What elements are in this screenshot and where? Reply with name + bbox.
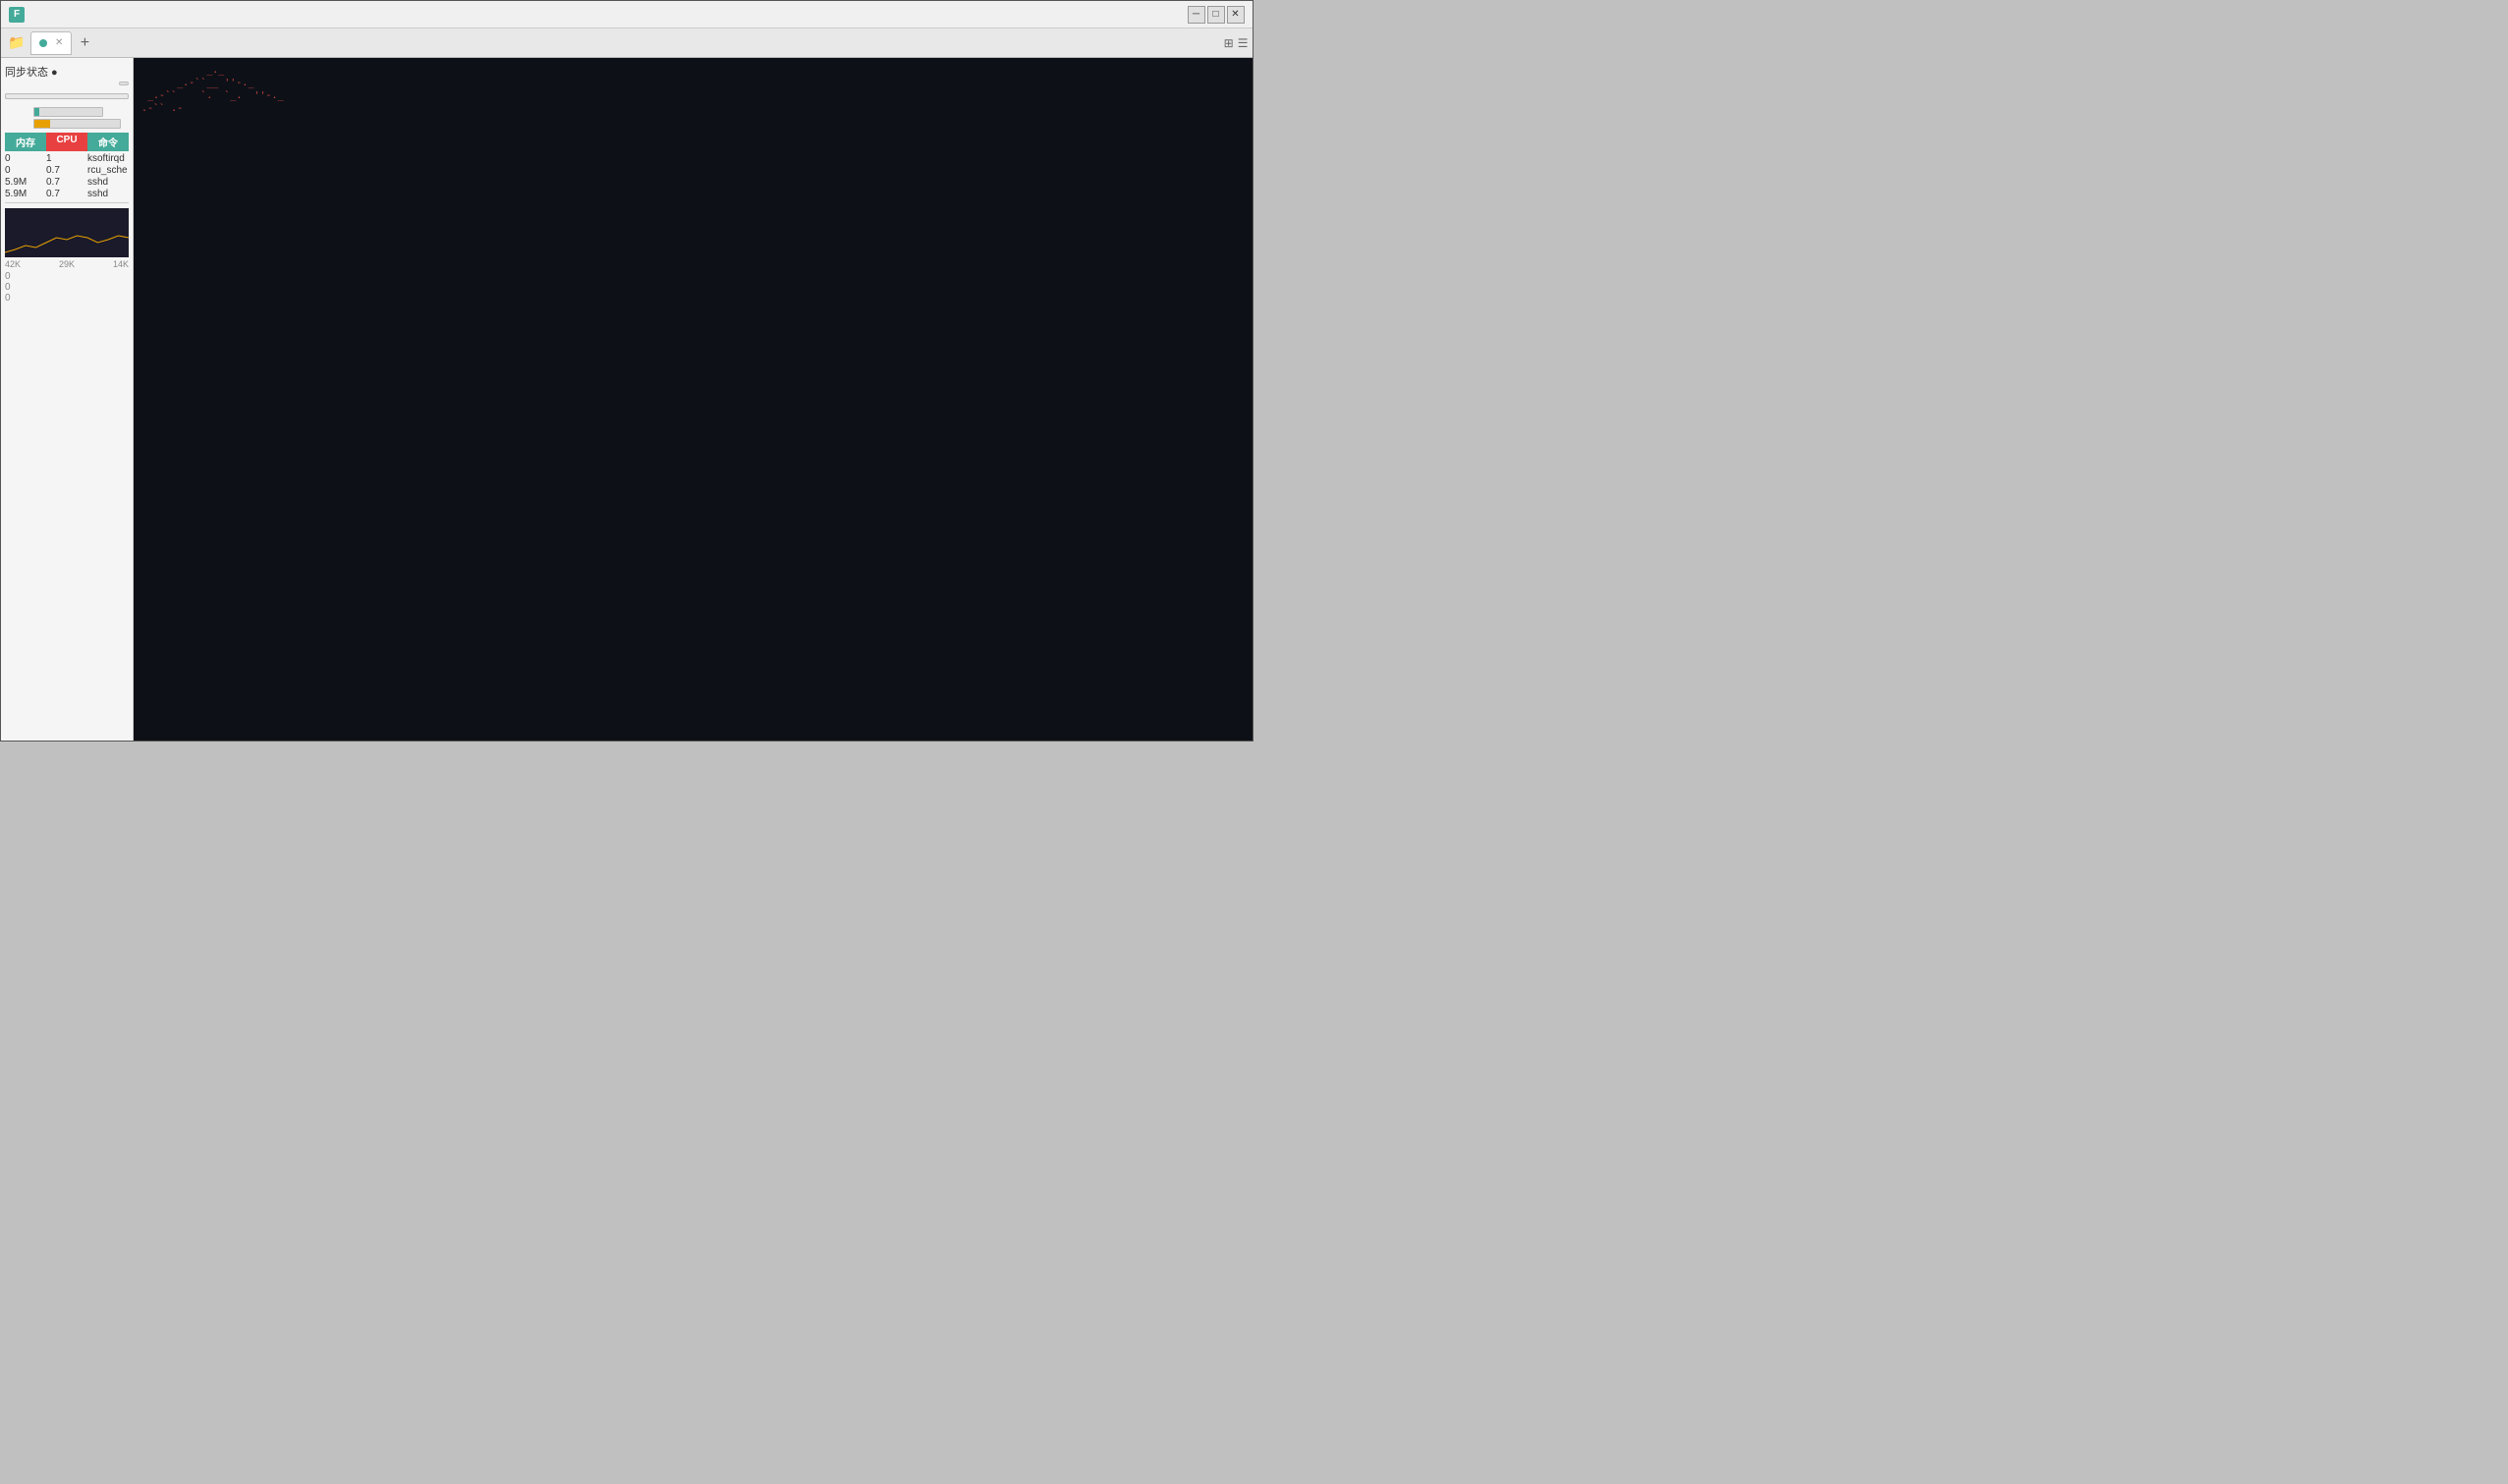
grid-icon-1[interactable]: ⊞: [1224, 36, 1234, 50]
tab-1[interactable]: ✕: [30, 31, 72, 55]
tab-bar-1: 📁 ✕ + ⊞ ☰: [1, 28, 1253, 58]
cpu-bar-1: [5, 107, 129, 117]
content-area-1: 同步状态 ●: [1, 58, 1253, 741]
maximize-btn-1[interactable]: □: [1207, 6, 1225, 24]
terminal-1[interactable]: _._ _.-``__ ''-._ _.-`` `. `_. ''-._ .-`…: [134, 58, 1253, 741]
tab-dot-1: [39, 39, 47, 47]
net-chart-1: [5, 208, 129, 257]
sidebar-1: 同步状态 ●: [1, 58, 134, 741]
app-icon-1: F: [9, 7, 25, 23]
sync-row-1: 同步状态 ●: [5, 64, 129, 80]
sync-label-1: 同步状态 ●: [5, 64, 58, 80]
minimize-btn-1[interactable]: ─: [1188, 6, 1205, 24]
tab-right-icons-1: ⊞ ☰: [1224, 36, 1249, 50]
redis-art-1: _._ _.-``__ ''-._ _.-`` `. `_. ''-._ .-`…: [141, 64, 1245, 115]
copy-btn-1[interactable]: [119, 82, 129, 85]
window-1: F ─ □ ✕ 📁 ✕ + ⊞ ☰ 同步状态 ●: [0, 0, 1254, 742]
ip-row-1: [5, 82, 129, 85]
proc-header-1: 内存 CPU 命令: [5, 133, 129, 151]
proc-row-1-1: 0 1 ksoftirqd: [5, 153, 129, 164]
mem-fill-1: [34, 120, 50, 128]
cpu-progress-1: [33, 107, 103, 117]
folder-icon-1[interactable]: 📁: [5, 31, 28, 55]
tab-add-1[interactable]: +: [74, 32, 95, 54]
proc-row-1-4: 5.9M 0.7 sshd: [5, 189, 129, 199]
close-btn-1[interactable]: ✕: [1227, 6, 1245, 24]
title-bar-1: F ─ □ ✕: [1, 1, 1253, 28]
latency-vals-1: 000: [5, 271, 129, 303]
mem-bar-1: [5, 119, 129, 129]
tab-close-1[interactable]: ✕: [55, 37, 63, 48]
proc-row-1-3: 5.9M 0.7 sshd: [5, 177, 129, 188]
mem-progress-1: [33, 119, 121, 129]
proc-row-1-2: 0 0.7 rcu_sche: [5, 165, 129, 176]
cpu-fill-1: [34, 108, 39, 116]
sys-info-btn-1[interactable]: [5, 93, 129, 99]
menu-icon-1[interactable]: ☰: [1238, 36, 1249, 50]
chart-labels-1: 42K 29K 14K: [5, 259, 129, 269]
window-controls-1: ─ □ ✕: [1188, 6, 1245, 24]
